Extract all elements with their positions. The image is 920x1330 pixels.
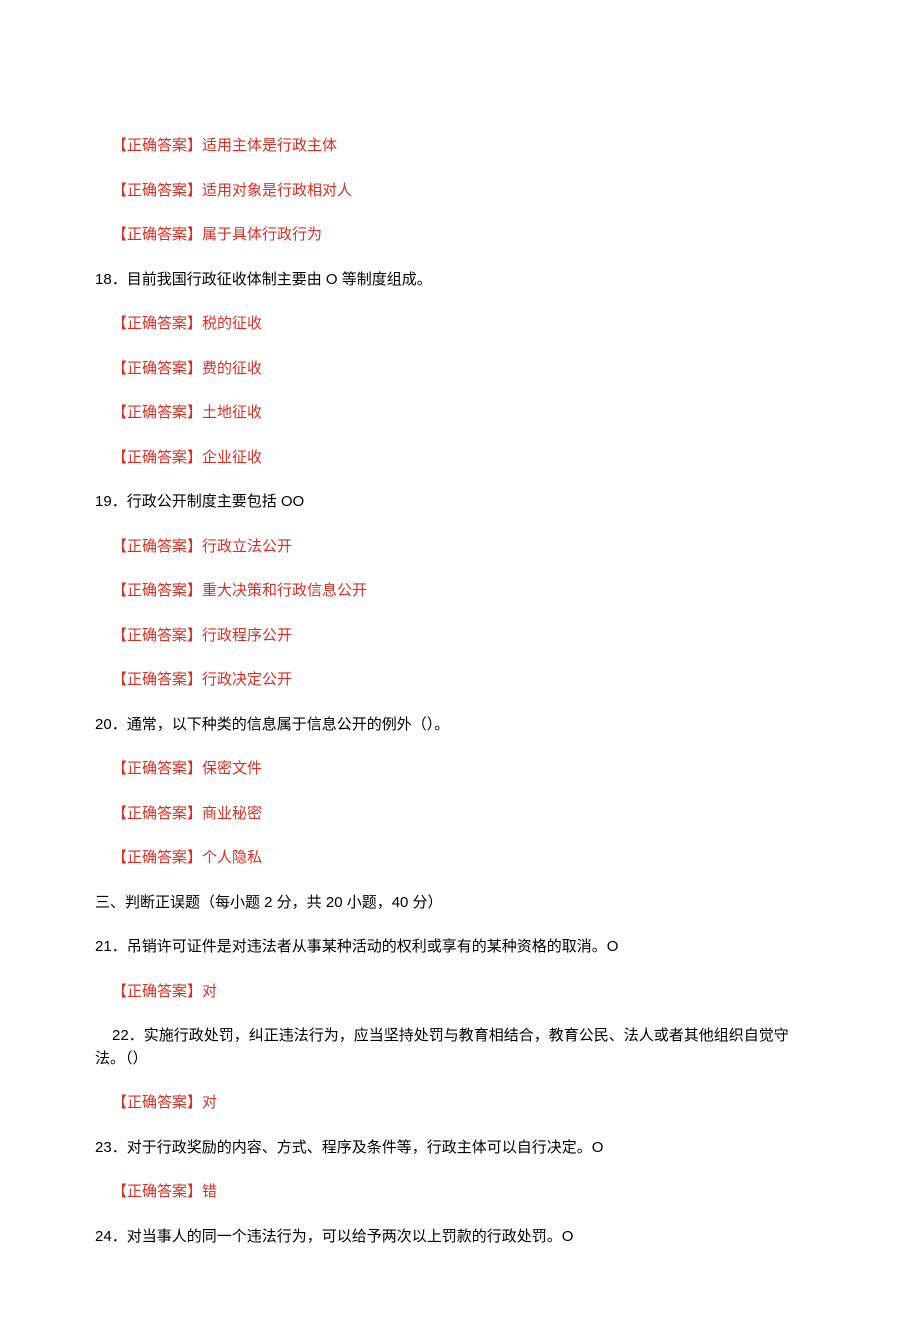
answer-text: 行政立法公开: [202, 538, 292, 555]
q18-answer-2: 【正确答案】费的征收: [95, 358, 825, 381]
question-24: 24．对当事人的同一个违法行为，可以给予两次以上罚款的行政处罚。O: [95, 1226, 825, 1249]
question-number: 18: [95, 271, 112, 288]
answer-label: 【正确答案】: [112, 671, 202, 688]
answer-text: 费的征收: [202, 360, 262, 377]
answer-label: 【正确答案】: [112, 1183, 202, 1200]
q18-answer-4: 【正确答案】企业征收: [95, 447, 825, 470]
section-3-heading: 三、判断正误题（每小题 2 分，共 20 小题，40 分）: [95, 892, 825, 915]
q19-answer-2: 【正确答案】重大决策和行政信息公开: [95, 580, 825, 603]
answer-label: 【正确答案】: [112, 226, 202, 243]
q19-answer-3: 【正确答案】行政程序公开: [95, 625, 825, 648]
answer-text: 保密文件: [202, 760, 262, 777]
answer-text: 适用对象是行政相对人: [202, 182, 352, 199]
answer-text: 税的征收: [202, 315, 262, 332]
q21-answer: 【正确答案】对: [95, 981, 825, 1004]
answer-text: 个人隐私: [202, 849, 262, 866]
question-21: 21．吊销许可证件是对违法者从事某种活动的权利或享有的某种资格的取消。O: [95, 936, 825, 959]
answer-text: 属于具体行政行为: [202, 226, 322, 243]
q19-answer-1: 【正确答案】行政立法公开: [95, 536, 825, 559]
answer-text: 适用主体是行政主体: [202, 137, 337, 154]
answer-text: 对: [202, 1094, 217, 1111]
q23-answer: 【正确答案】错: [95, 1181, 825, 1204]
question-text: ．通常，以下种类的信息属于信息公开的例外（）。: [112, 716, 450, 733]
question-number: 21: [95, 938, 112, 955]
q18-answer-3: 【正确答案】土地征收: [95, 402, 825, 425]
answer-text: 对: [202, 983, 217, 1000]
answer-label: 【正确答案】: [112, 137, 202, 154]
question-text: ．目前我国行政征收体制主要由 O 等制度组成。: [112, 271, 432, 288]
answer-text: 重大决策和行政信息公开: [202, 582, 367, 599]
q22-answer: 【正确答案】对: [95, 1092, 825, 1115]
answer-label: 【正确答案】: [112, 760, 202, 777]
q20-answer-1: 【正确答案】保密文件: [95, 758, 825, 781]
question-20: 20．通常，以下种类的信息属于信息公开的例外（）。: [95, 714, 825, 737]
answer-label: 【正确答案】: [112, 1094, 202, 1111]
answer-label: 【正确答案】: [112, 182, 202, 199]
answer-label: 【正确答案】: [112, 360, 202, 377]
q17-answer-3: 【正确答案】属于具体行政行为: [95, 224, 825, 247]
question-23: 23．对于行政奖励的内容、方式、程序及条件等，行政主体可以自行决定。O: [95, 1137, 825, 1160]
q18-answer-1: 【正确答案】税的征收: [95, 313, 825, 336]
question-19: 19．行政公开制度主要包括 OO: [95, 491, 825, 514]
question-number: 19: [95, 493, 112, 510]
answer-label: 【正确答案】: [112, 627, 202, 644]
q19-answer-4: 【正确答案】行政决定公开: [95, 669, 825, 692]
answer-text: 企业征收: [202, 449, 262, 466]
answer-text: 商业秘密: [202, 805, 262, 822]
answer-text: 土地征收: [202, 404, 262, 421]
question-22: 22．实施行政处罚，纠正违法行为，应当坚持处罚与教育相结合，教育公民、法人或者其…: [95, 1025, 825, 1070]
answer-text: 行政决定公开: [202, 671, 292, 688]
question-number: 24: [95, 1228, 112, 1245]
question-18: 18．目前我国行政征收体制主要由 O 等制度组成。: [95, 269, 825, 292]
question-text: ．对于行政奖励的内容、方式、程序及条件等，行政主体可以自行决定。O: [112, 1139, 604, 1156]
answer-text: 错: [202, 1183, 217, 1200]
answer-label: 【正确答案】: [112, 404, 202, 421]
answer-label: 【正确答案】: [112, 805, 202, 822]
question-text-line1: ．实施行政处罚，纠正违法行为，应当坚持处罚与教育相结合，教育公民、法人或者其他组…: [129, 1027, 789, 1044]
question-text: ．吊销许可证件是对违法者从事某种活动的权利或享有的某种资格的取消。O: [112, 938, 619, 955]
answer-label: 【正确答案】: [112, 315, 202, 332]
answer-label: 【正确答案】: [112, 582, 202, 599]
answer-label: 【正确答案】: [112, 449, 202, 466]
q20-answer-2: 【正确答案】商业秘密: [95, 803, 825, 826]
answer-label: 【正确答案】: [112, 983, 202, 1000]
answer-label: 【正确答案】: [112, 849, 202, 866]
q17-answer-2: 【正确答案】适用对象是行政相对人: [95, 180, 825, 203]
question-number: 23: [95, 1139, 112, 1156]
question-text: ．行政公开制度主要包括 OO: [112, 493, 305, 510]
question-text: ．对当事人的同一个违法行为，可以给予两次以上罚款的行政处罚。O: [112, 1228, 574, 1245]
answer-text: 行政程序公开: [202, 627, 292, 644]
q20-answer-3: 【正确答案】个人隐私: [95, 847, 825, 870]
question-text-line2: 法。（）: [95, 1050, 148, 1067]
question-number: 20: [95, 716, 112, 733]
q17-answer-1: 【正确答案】适用主体是行政主体: [95, 135, 825, 158]
question-number: 22: [112, 1027, 129, 1044]
answer-label: 【正确答案】: [112, 538, 202, 555]
